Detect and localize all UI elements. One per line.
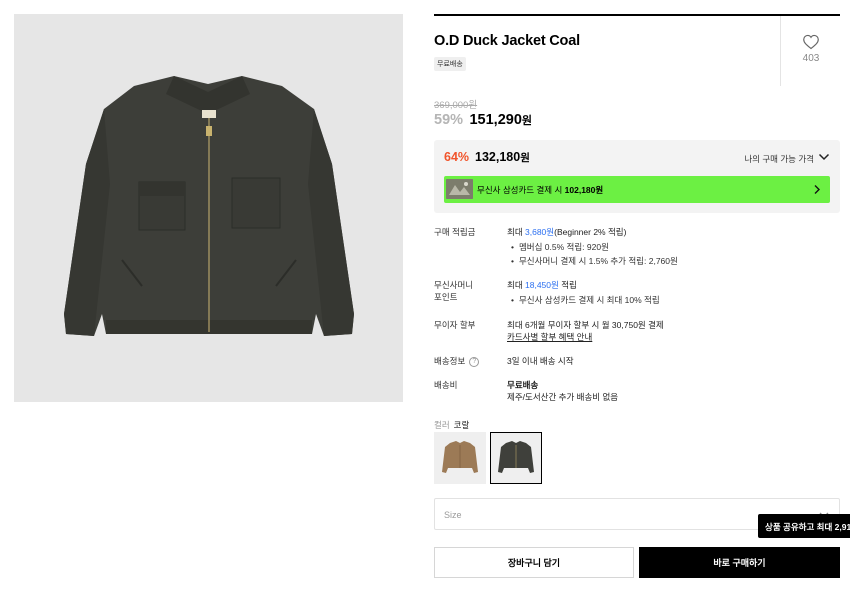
like-count: 403 [802, 53, 820, 64]
original-price: 369,000원 [434, 100, 478, 111]
installment-link[interactable]: 카드사별 할부 혜택 안내 [507, 331, 592, 343]
card-promo-banner[interactable]: 무신사 삼성카드 결제 시 102,180원 [444, 176, 830, 203]
discount-rate: 59% [434, 112, 464, 128]
sale-price: 151,290 [469, 112, 522, 128]
money-label: 무신사머니포인트 [434, 279, 473, 303]
sale-price-unit: 원 [521, 115, 533, 127]
color-selected: 코랄 [453, 420, 470, 430]
card-promo-text: 무신사 삼성카드 결제 시 102,180원 [477, 184, 603, 196]
card-promo-prefix: 무신사 삼성카드 결제 시 [477, 185, 565, 195]
best-price-number: 132,180 [475, 150, 521, 164]
like-button[interactable]: 403 [792, 34, 830, 64]
money-value: 최대 18,450원 적립 [507, 279, 577, 291]
best-price-toggle-label[interactable]: 나의 구매 가능 가격 [744, 153, 814, 165]
best-price-unit: 원 [520, 152, 530, 164]
size-placeholder: Size [444, 510, 462, 520]
share-reward-tooltip[interactable]: 상품 공유하고 최대 2,910 [758, 514, 850, 538]
add-to-cart-button[interactable]: 장바구니 담기 [434, 547, 634, 578]
product-image [14, 14, 403, 402]
points-suffix: (Beginner 2% 적립) [554, 227, 627, 237]
money-label-line1: 무신사머니 [434, 280, 474, 290]
best-price-rate: 64% [444, 150, 470, 164]
color-label-text: 컬러 [434, 420, 450, 430]
buy-now-button[interactable]: 바로 구매하기 [639, 547, 840, 578]
card-promo-amount: 102,180원 [564, 185, 604, 195]
money-suffix: 적립 [558, 280, 577, 290]
installment-label: 무이자 할부 [434, 320, 476, 330]
free-shipping-tag: 무료배송 [434, 57, 466, 71]
money-amount: 18,450원 [525, 280, 559, 290]
product-title: O.D Duck Jacket Coal [434, 33, 580, 49]
help-icon[interactable]: ? [469, 356, 480, 367]
money-label-line2: 포인트 [434, 292, 458, 302]
discount-row: 59% 151,290원 [434, 111, 532, 129]
shipping-fee-value: 무료배송 [507, 380, 539, 390]
chevron-down-icon[interactable] [818, 152, 830, 162]
money-bullet: 무신사 삼성카드 결제 시 최대 10% 적립 [511, 294, 660, 306]
installment-value: 최대 6개월 무이자 할부 시 월 30,750원 결제 [507, 320, 664, 330]
points-label: 구매 적립금 [434, 227, 476, 237]
points-prefix: 최대 [507, 227, 526, 237]
best-price-value: 132,180원 [475, 150, 530, 165]
color-swatch-coal[interactable] [490, 432, 542, 484]
points-amount: 3,680원 [525, 227, 555, 237]
points-bullet: 무신사머니 결제 시 1.5% 추가 적립: 2,760원 [511, 255, 678, 267]
shipping-info-value: 3일 이내 배송 시작 [507, 356, 574, 366]
chevron-right-icon [814, 185, 820, 194]
color-swatch-brown[interactable] [434, 432, 486, 484]
shipping-fee-sub: 제주/도서산간 추가 배송비 없음 [507, 392, 619, 402]
shipping-info-label: 배송정보? [434, 355, 480, 367]
money-prefix: 최대 [507, 280, 526, 290]
shipping-info-label-text: 배송정보 [434, 356, 466, 366]
like-divider [780, 16, 781, 86]
color-label: 컬러 코랄 [434, 419, 469, 431]
best-price-box: 64% 132,180원 나의 구매 가능 가격 무신사 삼성카드 결제 시 1… [434, 140, 840, 213]
shipping-fee-label: 배송비 [434, 380, 458, 390]
product-info-panel: O.D Duck Jacket Coal 무료배송 403 369,000원 5… [434, 0, 850, 601]
heart-icon [803, 34, 819, 50]
points-value: 최대 3,680원(Beginner 2% 적립) [507, 226, 626, 238]
points-bullet: 멤버십 0.5% 적립: 920원 [511, 241, 609, 253]
card-thumbnail [446, 179, 473, 199]
